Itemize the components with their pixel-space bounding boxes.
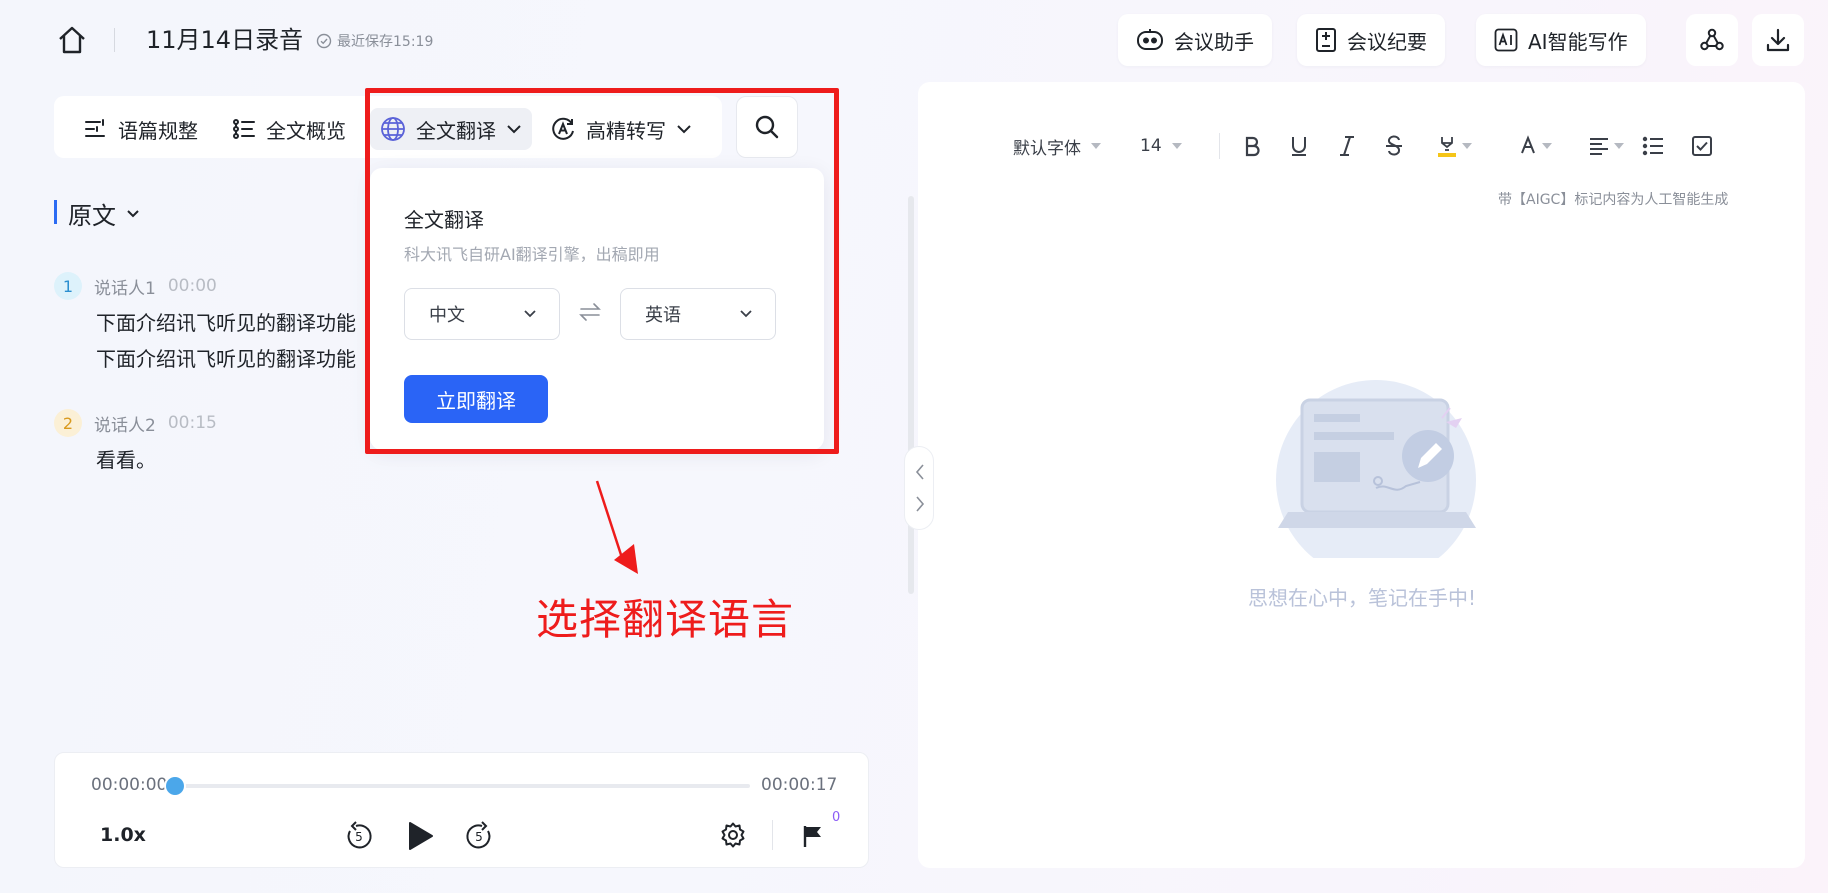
empty-state-tip: 思想在心中，笔记在手中! <box>1248 586 1477 610</box>
bold-button[interactable] <box>1242 131 1262 161</box>
rewind-seconds: 5 <box>355 830 363 844</box>
speaker-header: 1 说话人1 00:00 <box>54 272 217 300</box>
discourse-normalize-tool[interactable]: 语篇规整 <box>74 108 208 150</box>
font-color-icon <box>1521 135 1535 154</box>
playback-speed-button[interactable]: 1.0x <box>100 820 146 850</box>
ai-icon <box>1494 28 1518 52</box>
flag-button[interactable] <box>800 822 826 850</box>
font-size-value: 14 <box>1140 136 1162 156</box>
font-color-button[interactable] <box>1518 131 1552 161</box>
speaker-name[interactable]: 说话人1 <box>94 274 156 299</box>
font-family-select[interactable]: 默认字体 <box>1013 131 1101 161</box>
transcript-line[interactable]: 看看。 <box>96 442 156 478</box>
overview-label: 全文概览 <box>266 118 346 143</box>
share-icon <box>1699 27 1725 53</box>
scrollbar[interactable] <box>908 196 914 594</box>
annotation-caption: 选择翻译语言 <box>536 595 795 644</box>
header-divider <box>114 28 115 52</box>
bullet-list-icon <box>1642 136 1663 156</box>
original-text-dropdown[interactable]: 原文 <box>68 196 140 231</box>
speaker-number-badge: 2 <box>54 409 82 437</box>
annotation-highlight-box <box>365 88 839 454</box>
page-title: 11月14日录音 <box>146 26 304 54</box>
highlighter-icon <box>1438 137 1456 157</box>
ai-writing-button[interactable]: AI智能写作 <box>1476 14 1646 66</box>
empty-notes-illustration <box>1276 380 1476 558</box>
speaker-timestamp[interactable]: 00:00 <box>168 276 217 296</box>
speaker-header: 2 说话人2 00:15 <box>54 409 217 437</box>
play-button[interactable] <box>404 820 436 852</box>
total-time: 00:00:17 <box>761 775 838 795</box>
checklist-button[interactable] <box>1691 131 1713 161</box>
forward-button[interactable]: 5 <box>464 820 494 852</box>
progress-track[interactable] <box>176 784 750 788</box>
original-text-label: 原文 <box>68 202 116 230</box>
meeting-assistant-button[interactable]: 会议助手 <box>1118 14 1272 66</box>
highlight-button[interactable] <box>1436 131 1472 161</box>
rewind-button[interactable]: 5 <box>344 820 374 852</box>
transcript-line[interactable]: 下面介绍讯飞听见的翻译功能 <box>96 341 356 377</box>
speaker-number-badge: 1 <box>54 272 82 300</box>
caret-down-icon <box>1091 143 1101 149</box>
player-divider <box>772 820 773 850</box>
save-status: 最近保存15:19 <box>316 31 433 51</box>
forward-5-icon: 5 <box>466 821 491 849</box>
transcript-line[interactable]: 下面介绍讯飞听见的翻译功能 <box>96 305 356 341</box>
annotation-arrow <box>595 480 638 574</box>
toolbar-divider <box>1219 133 1220 159</box>
meeting-assistant-label: 会议助手 <box>1174 29 1254 54</box>
section-accent-bar <box>54 200 57 224</box>
bold-icon <box>1245 136 1260 157</box>
list-outline-icon <box>232 118 256 140</box>
progress-knob[interactable] <box>166 777 184 795</box>
caret-down-icon <box>1542 143 1552 149</box>
overview-tool[interactable]: 全文概览 <box>222 108 356 150</box>
chevron-down-icon <box>126 209 140 219</box>
caret-down-icon <box>1614 143 1624 149</box>
font-size-select[interactable]: 14 <box>1140 131 1182 161</box>
italic-button[interactable] <box>1337 131 1357 161</box>
meeting-minutes-label: 会议纪要 <box>1347 29 1427 54</box>
caret-down-icon <box>1462 143 1472 149</box>
gear-icon <box>721 822 745 848</box>
document-icon <box>1315 27 1337 53</box>
play-icon <box>409 822 433 850</box>
save-status-text: 最近保存15:19 <box>337 34 434 50</box>
font-family-value: 默认字体 <box>1013 138 1081 159</box>
checkbox-icon <box>1692 136 1712 156</box>
underline-icon <box>1292 137 1306 156</box>
share-button[interactable] <box>1686 14 1738 66</box>
speaker-timestamp[interactable]: 00:15 <box>168 413 217 433</box>
check-circle-icon <box>316 33 332 49</box>
aigc-notice: 带【AIGC】标记内容为人工智能生成 <box>1498 192 1729 208</box>
download-icon <box>1765 27 1791 53</box>
align-left-icon <box>1590 138 1608 155</box>
robot-icon <box>1136 28 1164 52</box>
caret-down-icon <box>1171 143 1182 149</box>
flag-count-badge: 0 <box>832 810 841 825</box>
underline-button[interactable] <box>1289 131 1309 161</box>
current-time: 00:00:00 <box>91 775 168 795</box>
forward-seconds: 5 <box>475 830 483 844</box>
home-button[interactable] <box>52 20 92 60</box>
chevron-left-icon <box>915 464 924 480</box>
download-button[interactable] <box>1752 14 1804 66</box>
rewind-5-icon: 5 <box>347 821 372 849</box>
audio-player <box>54 752 869 868</box>
sliders-icon <box>84 118 108 140</box>
player-settings-button[interactable] <box>718 820 748 850</box>
strikethrough-button[interactable] <box>1384 131 1404 161</box>
speaker-name[interactable]: 说话人2 <box>94 411 156 436</box>
home-icon <box>56 24 88 56</box>
bullet-list-button[interactable] <box>1642 131 1664 161</box>
discourse-normalize-label: 语篇规整 <box>118 118 198 143</box>
align-button[interactable] <box>1588 131 1624 161</box>
meeting-minutes-button[interactable]: 会议纪要 <box>1297 14 1445 66</box>
chevron-right-icon <box>916 496 925 512</box>
italic-icon <box>1340 136 1354 156</box>
ai-writing-label: AI智能写作 <box>1528 29 1628 54</box>
panel-collapse-handle[interactable] <box>904 446 934 530</box>
strikethrough-icon <box>1386 135 1402 156</box>
flag-icon <box>803 826 821 847</box>
